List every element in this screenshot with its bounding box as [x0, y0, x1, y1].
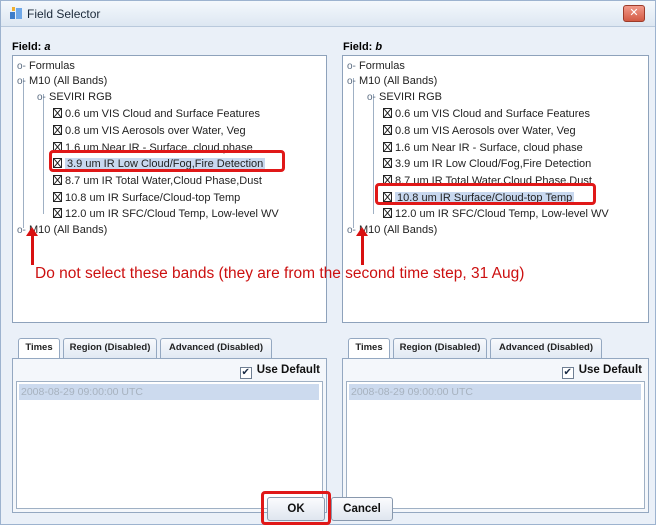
tab-region[interactable]: Region (Disabled) [393, 338, 487, 358]
right-times-panel: ✔ Use Default 2008-08-29 09:00:00 UTC [342, 358, 649, 513]
band-leaf-icon [53, 192, 62, 202]
band-leaf[interactable]: 0.8 um VIS Aerosols over Water, Veg [53, 123, 246, 139]
highlight-box-right-selection [375, 183, 596, 205]
window-title: Field Selector [27, 7, 101, 21]
tree-node-seviri-rgb[interactable]: o- SEVIRI RGB [37, 89, 112, 105]
band-leaf-icon [383, 158, 392, 168]
band-leaf[interactable]: 10.8 um IR Surface/Cloud-top Temp [53, 190, 240, 206]
field-b-label: Field: b [343, 41, 382, 53]
field-var-b: b [375, 41, 383, 53]
tab-times[interactable]: Times [348, 338, 390, 359]
band-leaf[interactable]: 1.6 um Near IR - Surface, cloud phase [383, 140, 583, 156]
tab-region[interactable]: Region (Disabled) [63, 338, 157, 358]
tab-times[interactable]: Times [18, 338, 60, 359]
time-list-item[interactable]: 2008-08-29 09:00:00 UTC [349, 384, 641, 400]
field-label-text: Field: [343, 41, 373, 53]
tab-advanced[interactable]: Advanced (Disabled) [160, 338, 272, 358]
field-var-a: a [44, 41, 51, 53]
use-default-checkbox[interactable]: ✔ Use Default [239, 364, 320, 379]
tree-node-seviri-rgb[interactable]: o- SEVIRI RGB [367, 89, 442, 105]
band-leaf[interactable]: 3.9 um IR Low Cloud/Fog,Fire Detection [383, 156, 591, 172]
right-tab-strip: Times Region (Disabled) Advanced (Disabl… [348, 338, 648, 359]
annotation-arrow-right [356, 227, 368, 265]
band-leaf[interactable]: 0.6 um VIS Cloud and Surface Features [53, 106, 260, 122]
collapse-handle-icon[interactable]: o- [347, 74, 359, 90]
times-list[interactable]: 2008-08-29 09:00:00 UTC [346, 381, 645, 509]
app-icon [10, 7, 22, 19]
times-list[interactable]: 2008-08-29 09:00:00 UTC [16, 381, 323, 509]
collapse-handle-icon[interactable]: o- [37, 90, 49, 106]
tab-advanced[interactable]: Advanced (Disabled) [490, 338, 602, 358]
band-leaf-icon [383, 125, 392, 135]
band-leaf-icon [53, 125, 62, 135]
annotation-text: Do not select these bands (they are from… [35, 265, 525, 282]
title-bar[interactable]: Field Selector ✕ [1, 1, 655, 27]
band-leaf[interactable]: 0.6 um VIS Cloud and Surface Features [383, 106, 590, 122]
field-selector-window: Field Selector ✕ Field: a o- Formulas o- M… [0, 0, 656, 525]
checkbox-check-icon[interactable]: ✔ [239, 367, 252, 379]
highlight-box-left-selection [49, 150, 285, 172]
band-leaf[interactable]: 8.7 um IR Total Water,Cloud Phase,Dust [53, 173, 262, 189]
tree-node-formulas[interactable]: o- Formulas [347, 58, 405, 74]
tree-node-m10-first[interactable]: o- M10 (All Bands) [347, 73, 437, 89]
band-leaf-icon [53, 208, 62, 218]
collapse-handle-icon[interactable]: o- [367, 90, 379, 106]
close-button[interactable]: ✕ [623, 5, 645, 22]
band-leaf[interactable]: 0.8 um VIS Aerosols over Water, Veg [383, 123, 576, 139]
use-default-checkbox[interactable]: ✔ Use Default [561, 364, 642, 379]
collapse-handle-icon[interactable]: o- [17, 74, 29, 90]
highlight-box-ok [261, 491, 331, 525]
band-leaf-icon [53, 175, 62, 185]
checkbox-check-icon[interactable]: ✔ [561, 367, 574, 379]
left-times-panel: ✔ Use Default 2008-08-29 09:00:00 UTC [12, 358, 327, 513]
tree-node-formulas[interactable]: o- Formulas [17, 58, 75, 74]
field-a-label: Field: a [12, 41, 51, 53]
band-leaf-icon [53, 108, 62, 118]
band-leaf[interactable]: 12.0 um IR SFC/Cloud Temp, Low-level WV [53, 206, 279, 222]
band-leaf-icon [383, 208, 392, 218]
band-leaf[interactable]: 12.0 um IR SFC/Cloud Temp, Low-level WV [383, 206, 609, 222]
field-label-text: Field: [12, 41, 42, 53]
tree-node-m10-first[interactable]: o- M10 (All Bands) [17, 73, 107, 89]
band-leaf-icon [383, 142, 392, 152]
band-leaf-icon [383, 108, 392, 118]
cancel-button[interactable]: Cancel [331, 497, 393, 521]
annotation-arrow-left [26, 227, 38, 265]
left-tab-strip: Times Region (Disabled) Advanced (Disabl… [18, 338, 328, 359]
time-list-item[interactable]: 2008-08-29 09:00:00 UTC [19, 384, 319, 400]
